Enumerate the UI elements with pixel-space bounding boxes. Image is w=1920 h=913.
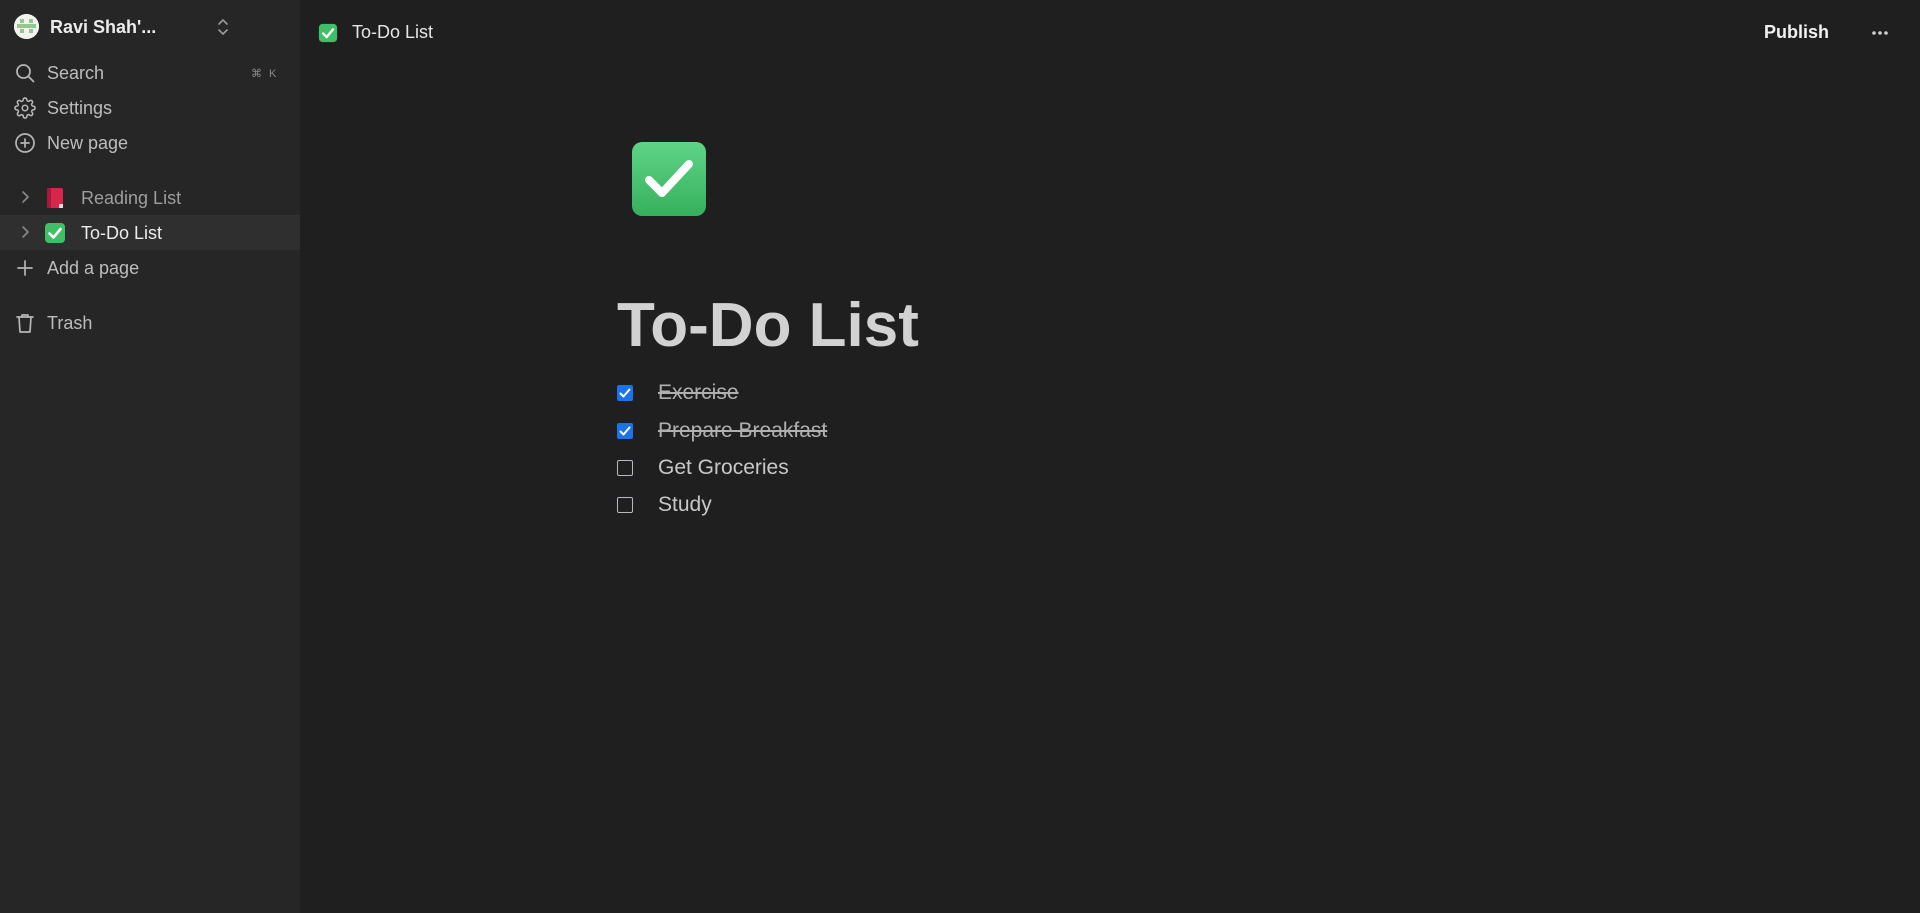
sidebar-new-page-label: New page xyxy=(47,133,129,153)
check-mark-button-icon xyxy=(44,222,66,244)
todo-checkbox[interactable] xyxy=(617,460,633,476)
todo-checkbox[interactable] xyxy=(617,385,633,401)
closed-book-icon xyxy=(44,187,66,209)
sidebar-item-label: Reading List xyxy=(81,188,182,208)
search-icon xyxy=(14,62,36,84)
sidebar-search-label: Search xyxy=(47,63,105,83)
chevron-right-icon[interactable] xyxy=(18,225,32,239)
sidebar-item-to-do-list[interactable]: To-Do List xyxy=(0,215,300,250)
todo-checkbox[interactable] xyxy=(617,497,633,513)
page-icon[interactable] xyxy=(630,140,708,218)
page-title[interactable]: To-Do List xyxy=(617,291,919,360)
todo-item: Exercise xyxy=(617,376,1217,410)
sidebar-trash[interactable]: Trash xyxy=(0,305,300,340)
todo-text[interactable]: Study xyxy=(658,493,712,517)
sidebar-new-page[interactable]: New page xyxy=(0,125,300,160)
search-shortcut: ⌘ K xyxy=(251,68,279,80)
sidebar-add-page-label: Add a page xyxy=(47,258,140,278)
todo-item: Study xyxy=(617,488,1217,522)
ellipsis-icon[interactable] xyxy=(1866,22,1894,44)
todo-item: Get Groceries xyxy=(617,451,1217,485)
publish-button[interactable]: Publish xyxy=(1758,20,1835,50)
pixel-avatar-icon xyxy=(14,14,39,39)
gear-icon xyxy=(14,97,36,119)
chevron-up-down-icon[interactable] xyxy=(214,17,232,37)
todo-text[interactable]: Get Groceries xyxy=(658,456,789,480)
chevron-right-icon[interactable] xyxy=(18,190,32,204)
sidebar-trash-label: Trash xyxy=(47,313,93,333)
sidebar-search[interactable]: Search ⌘ K xyxy=(0,55,300,90)
sidebar-add-page[interactable]: Add a page xyxy=(0,250,300,285)
todo-checkbox[interactable] xyxy=(617,423,633,439)
plus-icon xyxy=(14,257,36,279)
trash-icon xyxy=(14,312,36,334)
todo-text[interactable]: Prepare Breakfast xyxy=(658,419,827,443)
breadcrumb-title[interactable]: To-Do List xyxy=(352,22,433,43)
sidebar-item-reading-list[interactable]: Reading List xyxy=(0,180,300,215)
todo-text[interactable]: Exercise xyxy=(658,381,739,405)
workspace-switcher[interactable]: Ravi Shah'... xyxy=(0,0,300,54)
sidebar: Ravi Shah'... Search ⌘ K Settings New pa… xyxy=(0,0,300,913)
sidebar-settings-label: Settings xyxy=(47,98,113,118)
workspace-name: Ravi Shah'... xyxy=(50,17,157,37)
check-mark-button-icon xyxy=(318,23,338,43)
todo-item: Prepare Breakfast xyxy=(617,414,1217,448)
sidebar-item-label: To-Do List xyxy=(81,223,163,243)
sidebar-settings[interactable]: Settings xyxy=(0,90,300,125)
plus-circle-icon xyxy=(14,132,36,154)
